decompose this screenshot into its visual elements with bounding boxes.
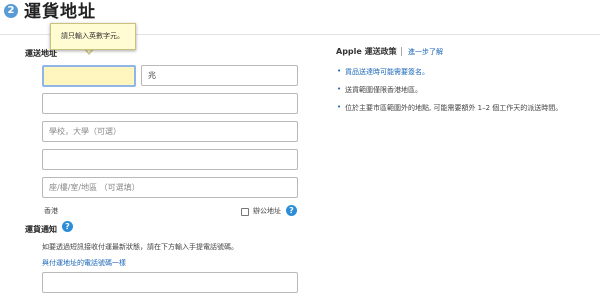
policy-item-region: 送貨範圍僅限香港地區。 <box>345 86 422 94</box>
step-number-badge: 2 <box>4 4 18 18</box>
policy-item-signature: 貨品送達時可能需要簽名。 <box>345 68 429 76</box>
address-line4-placeholder: 座/樓/室/地區 （可選填） <box>49 183 140 192</box>
same-phone-link[interactable]: 與付運地址的電話號碼一樣 <box>42 258 126 268</box>
bullet-icon: • <box>337 85 342 93</box>
notification-help-icon[interactable]: ? <box>62 221 73 232</box>
office-address-checkbox[interactable] <box>241 208 249 216</box>
bullet-icon: • <box>337 67 342 75</box>
validation-tooltip: 請只輸入英數字元。 <box>50 23 136 50</box>
page-title: 運貨地址 <box>24 2 96 22</box>
address-line2-field[interactable]: 學校，大學（可選） <box>42 121 298 142</box>
last-name-field[interactable]: 兆 <box>141 65 298 86</box>
mobile-phone-field[interactable] <box>42 272 298 293</box>
office-address-label[interactable]: 辦公地址 <box>253 206 281 216</box>
address-line1-field[interactable] <box>42 93 298 114</box>
address-line4-field[interactable]: 座/樓/室/地區 （可選填） <box>42 177 298 198</box>
address-line3-field[interactable] <box>42 149 298 170</box>
region-label: 香港 <box>44 207 58 215</box>
notification-description: 如要透過短訊接收付運最新狀態，請在下方輸入手提電話號碼。 <box>42 243 238 251</box>
policy-item-delay: 位於主要市區範圍外的地點, 可能需要額外 1–2 個工作天的派送時間。 <box>345 104 563 112</box>
first-name-field[interactable] <box>42 65 136 87</box>
office-help-icon[interactable]: ? <box>286 205 297 216</box>
policy-divider <box>401 47 402 56</box>
bullet-icon: • <box>337 103 342 111</box>
address-line2-placeholder: 學校，大學（可選） <box>49 127 121 136</box>
delivery-notification-label: 運貨通知 <box>25 225 57 234</box>
learn-more-link[interactable]: 進一步了解 <box>408 47 443 57</box>
policy-title: Apple 運送政策 <box>336 47 397 56</box>
